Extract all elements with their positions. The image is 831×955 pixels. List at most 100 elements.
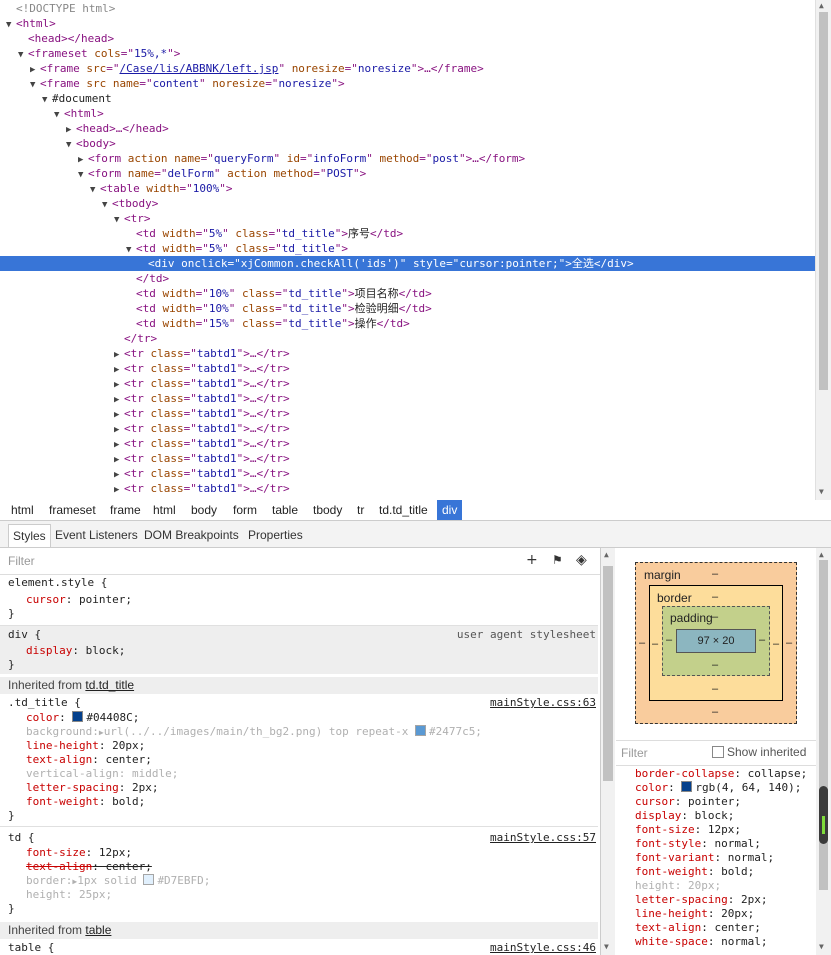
color-swatch[interactable] <box>414 725 426 736</box>
css-property-value[interactable]: 2px; <box>132 781 159 794</box>
breadcrumb-item[interactable]: body <box>186 500 222 520</box>
css-property-name[interactable]: text-align <box>26 753 92 766</box>
dom-node[interactable]: ▼ <tbody> <box>0 196 815 211</box>
styles-scrollbar[interactable]: ▲ ▼ <box>601 548 615 955</box>
dom-node[interactable]: ▼ <tr> <box>0 211 815 226</box>
inherited-from-link[interactable]: table <box>85 923 111 937</box>
dom-node[interactable]: ▶ <head>…</head> <box>0 121 815 136</box>
computed-property-name[interactable]: font-variant <box>635 851 714 864</box>
css-property-name[interactable]: color <box>26 711 59 724</box>
breadcrumb-item[interactable]: frameset <box>44 500 101 520</box>
dom-node[interactable]: ▶ <tr class="tabtd1">…</tr> <box>0 361 815 376</box>
scrollbar-thumb[interactable] <box>603 566 613 781</box>
padding-right-value[interactable]: – <box>759 634 765 646</box>
rule-source-link[interactable]: mainStyle.css:46 <box>490 941 596 955</box>
pin-icon[interactable]: ⚑ <box>552 553 563 567</box>
computed-property[interactable]: display: block; <box>635 809 734 823</box>
css-declaration[interactable]: text-align: center; <box>26 753 152 767</box>
css-property-value[interactable]: center; <box>105 860 151 873</box>
computed-property-name[interactable]: font-style <box>635 837 701 850</box>
box-model-margin[interactable]: margin – – – – border – – – – padding – … <box>635 562 797 724</box>
computed-property-name[interactable]: line-height <box>635 907 708 920</box>
css-property-name[interactable]: letter-spacing <box>26 781 119 794</box>
box-model-border[interactable]: border – – – – padding – – – – 97 × 20 <box>649 585 783 701</box>
css-declaration[interactable]: text-align: center; <box>26 860 152 874</box>
computed-property-name[interactable]: font-weight <box>635 865 708 878</box>
dom-node[interactable]: </tr> <box>0 331 815 346</box>
dom-node[interactable]: ▼ <frameset cols="15%,*"> <box>0 46 815 61</box>
breadcrumb-item[interactable]: td.td_title <box>374 500 433 520</box>
dom-node[interactable]: ▼ <form name="delForm" action method="POS… <box>0 166 815 181</box>
css-declaration[interactable]: border:▶1px solid #D7EBFD; <box>26 874 210 888</box>
css-property-value[interactable]: url(../../images/main/th_bg2.png) top re… <box>104 725 415 738</box>
css-property-value[interactable]: 25px; <box>79 888 112 901</box>
computed-property[interactable]: font-style: normal; <box>635 837 761 851</box>
dom-node[interactable]: ▶ <tr class="tabtd1">…</tr> <box>0 436 815 451</box>
dom-node[interactable]: ▼ #document <box>0 91 815 106</box>
css-property-value[interactable]: center; <box>105 753 151 766</box>
box-model-padding[interactable]: padding – – – – 97 × 20 <box>662 606 770 676</box>
dom-node[interactable]: <!DOCTYPE html> <box>0 1 815 16</box>
computed-property-name[interactable]: cursor <box>635 795 675 808</box>
scroll-down-arrow-icon[interactable]: ▼ <box>819 487 824 496</box>
dom-node[interactable]: ▶ <frame src="/Case/lis/ABBNK/left.jsp" n… <box>0 61 815 76</box>
dom-node[interactable]: <td width="5%" class="td_title">序号</td> <box>0 226 815 241</box>
computed-property-name[interactable]: text-align <box>635 921 701 934</box>
computed-property[interactable]: white-space: normal; <box>635 935 767 949</box>
box-model-content-size[interactable]: 97 × 20 <box>676 629 756 653</box>
css-property-name[interactable]: cursor <box>26 593 66 606</box>
dom-node[interactable]: ▶ <tr class="tabtd1">…</tr> <box>0 391 815 406</box>
computed-property-name[interactable]: border-collapse <box>635 767 734 780</box>
dom-node[interactable]: ▶ <form action name="queryForm" id="infoF… <box>0 151 815 166</box>
css-declaration[interactable]: line-height: 20px; <box>26 739 145 753</box>
dom-node[interactable]: ▼ <table width="100%"> <box>0 181 815 196</box>
computed-filter-input[interactable]: Filter <box>621 746 648 760</box>
margin-bottom-value[interactable]: – <box>712 706 718 718</box>
border-top-value[interactable]: – <box>712 591 718 603</box>
breadcrumb-item[interactable]: html <box>6 500 39 520</box>
breadcrumb-item[interactable]: tbody <box>308 500 347 520</box>
rule-selector[interactable]: .td_title { <box>8 696 81 710</box>
breadcrumb-item[interactable]: form <box>228 500 262 520</box>
dom-node[interactable]: ▶ <tr class="tabtd1">…</tr> <box>0 421 815 436</box>
css-property-name[interactable]: line-height <box>26 739 99 752</box>
rule-source-link[interactable]: mainStyle.css:57 <box>490 831 596 845</box>
toggle-element-state-icon[interactable]: ◈ <box>576 552 587 568</box>
rule-selector[interactable]: element.style { <box>8 576 107 590</box>
computed-property-name[interactable]: height <box>635 879 675 892</box>
scroll-up-arrow-icon[interactable]: ▲ <box>819 550 824 559</box>
computed-property[interactable]: line-height: 20px; <box>635 907 754 921</box>
css-declaration[interactable]: background:▶url(../../images/main/th_bg2… <box>26 725 482 739</box>
computed-property[interactable]: font-weight: bold; <box>635 865 754 879</box>
css-declaration[interactable]: font-size: 12px; <box>26 846 132 860</box>
scroll-up-arrow-icon[interactable]: ▲ <box>819 1 824 10</box>
css-property-value[interactable]: pointer; <box>79 593 132 606</box>
computed-property[interactable]: color: rgb(4, 64, 140); <box>635 781 801 795</box>
css-property-value[interactable]: middle; <box>132 767 178 780</box>
show-inherited-label[interactable]: Show inherited <box>727 745 806 759</box>
css-declaration[interactable]: font-weight: bold; <box>26 795 145 809</box>
computed-property-name[interactable]: white-space <box>635 935 708 948</box>
show-inherited-checkbox[interactable] <box>712 746 724 758</box>
tab-dom-breakpoints[interactable]: DOM Breakpoints <box>140 524 243 546</box>
computed-property[interactable]: border-collapse: collapse; <box>635 767 807 781</box>
computed-property-name[interactable]: font-size <box>635 823 695 836</box>
color-swatch[interactable] <box>143 874 155 885</box>
dom-node[interactable]: ▼ <html> <box>0 16 815 31</box>
css-property-name[interactable]: text-align <box>26 860 92 873</box>
css-property-name[interactable]: vertical-align <box>26 767 119 780</box>
css-property-name[interactable]: height <box>26 888 66 901</box>
computed-property-name[interactable]: display <box>635 809 681 822</box>
dom-node[interactable]: ▶ <tr class="tabtd1">…</tr> <box>0 466 815 481</box>
computed-property-name[interactable]: letter-spacing <box>635 893 728 906</box>
css-property-value[interactable]: 12px; <box>99 846 132 859</box>
css-property-value[interactable]: 20px; <box>112 739 145 752</box>
dom-node[interactable]: ▶ <tr class="tabtd1">…</tr> <box>0 376 815 391</box>
inherited-from-link[interactable]: td.td_title <box>85 678 134 692</box>
margin-top-value[interactable]: – <box>712 568 718 580</box>
scroll-down-arrow-icon[interactable]: ▼ <box>819 942 824 951</box>
tab-properties[interactable]: Properties <box>244 524 307 546</box>
dom-node[interactable]: ▶ <tr class="tabtd1">…</tr> <box>0 406 815 421</box>
padding-top-value[interactable]: – <box>712 611 718 623</box>
dom-node[interactable]: ▼ <body> <box>0 136 815 151</box>
